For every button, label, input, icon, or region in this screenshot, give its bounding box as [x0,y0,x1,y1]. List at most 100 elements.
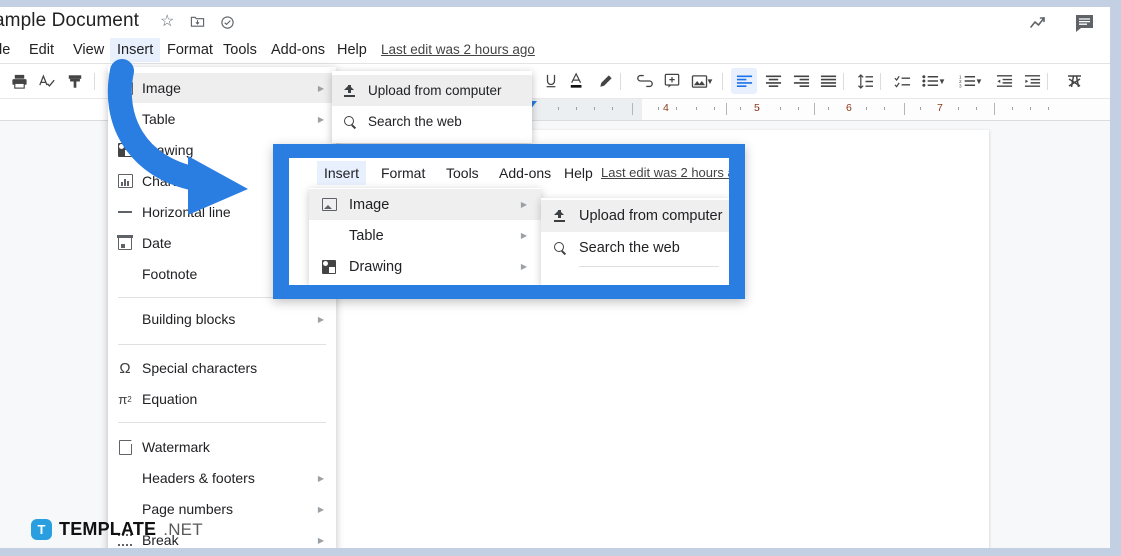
insert-link-icon[interactable] [632,68,658,94]
bulleted-list-caret-icon[interactable]: ▼ [936,68,948,94]
toolbar-divider [1047,73,1048,90]
star-icon[interactable]: ☆ [160,14,174,30]
spelling-check-icon[interactable] [34,68,60,94]
inset-menu-help[interactable]: Help [557,161,600,185]
menu-item-label: Headers & footers [142,470,255,486]
menu-item-headers-footers[interactable]: Headers & footers ▶ [108,463,336,493]
last-edit-link[interactable]: Last edit was 2 hours ago [381,38,535,62]
window-frame: ample Document ☆ le Edit View Insert For… [0,0,1121,556]
date-icon [108,235,142,250]
submenu-item-upload-from-computer[interactable]: Upload from computer [332,75,532,106]
title-bar: ample Document ☆ [0,7,1110,40]
menu-item-table[interactable]: Table ▶ [108,104,336,134]
inset-menu-item-label: Table [349,227,384,244]
move-to-folder-icon[interactable] [190,14,205,32]
submenu-item-label: Upload from computer [368,83,502,98]
inset-menu-add-ons[interactable]: Add-ons [492,161,558,185]
highlight-color-icon[interactable] [592,68,618,94]
inset-menu-insert[interactable]: Insert [317,161,367,185]
zoom-callout-content: Insert Format Tools Add-ons Help Last ed… [289,158,729,285]
activity-trend-icon[interactable] [1030,15,1052,36]
underline-icon[interactable] [538,68,564,94]
numbered-list-caret-icon[interactable]: ▼ [973,68,985,94]
watermark-icon [108,439,142,455]
pi-icon: π2 [118,391,132,407]
menu-item-watermark[interactable]: Watermark [108,432,336,462]
menu-help[interactable]: Help [330,38,374,62]
menu-tools[interactable]: Tools [216,38,264,62]
inset-submenu-divider [579,266,719,267]
line-spacing-icon[interactable] [852,68,878,94]
chart-icon [108,174,142,188]
horizontal-line-icon [108,211,142,213]
watermark-net-text: .NET [163,519,203,539]
inset-menu-item-table[interactable]: Table ▶ [309,220,541,251]
cloud-saved-icon[interactable] [220,15,235,33]
comment-history-icon[interactable] [1074,13,1096,38]
menu-item-label: Building blocks [142,311,236,327]
inset-menu-item-label: Drawing [349,258,403,275]
paint-format-icon[interactable] [62,68,88,94]
inset-backdrop [289,188,309,285]
menu-edit[interactable]: Edit [22,38,61,62]
menu-divider [118,344,326,345]
menu-file[interactable]: le [0,38,17,62]
clear-formatting-icon[interactable] [1062,68,1088,94]
menu-add-ons[interactable]: Add-ons [264,38,332,62]
ruler-number: 7 [937,102,943,114]
document-title[interactable]: ample Document [0,10,139,32]
inset-last-edit-link[interactable]: Last edit was 2 hours ago [601,161,729,185]
inset-submenu-item-label: Upload from computer [579,208,723,224]
menu-item-label: Footnote [142,266,198,282]
toolbar-divider [722,73,723,90]
menu-insert[interactable]: Insert [110,38,161,62]
chevron-right-icon: ▶ [317,314,324,324]
menu-item-building-blocks[interactable]: Building blocks ▶ [108,304,336,334]
ruler-number: 5 [754,102,760,114]
text-color-icon[interactable] [564,68,590,94]
checklist-icon[interactable] [889,68,915,94]
image-submenu[interactable]: Upload from computer Search the web [332,71,532,143]
zoom-callout-panel: Insert Format Tools Add-ons Help Last ed… [273,144,745,299]
inset-submenu-item-upload-from-computer[interactable]: Upload from computer [541,200,729,232]
menu-view[interactable]: View [66,38,111,62]
menu-format[interactable]: Format [160,38,220,62]
align-left-icon[interactable] [731,68,757,94]
google-docs-app: ample Document ☆ le Edit View Insert For… [0,7,1110,548]
insert-dropdown-menu[interactable]: Image ▶ Table ▶ Drawing ▶ Chart ▶ Horizo… [108,67,348,548]
print-icon[interactable] [6,68,32,94]
align-justify-icon[interactable] [815,68,841,94]
inset-menu-format[interactable]: Format [374,161,432,185]
increase-indent-icon[interactable] [1019,68,1045,94]
menu-item-special-characters[interactable]: Ω Special characters [108,353,336,383]
menu-bar: le Edit View Insert Format Tools Add-ons… [0,38,1110,64]
inset-insert-dropdown[interactable]: Image ▶ Table ▶ Drawing ▶ [309,188,541,285]
chevron-right-icon: ▶ [520,200,527,209]
inset-menu-item-image[interactable]: Image ▶ [309,189,541,220]
chevron-right-icon: ▶ [317,83,324,93]
insert-image-caret-icon[interactable]: ▼ [704,68,716,94]
decrease-indent-icon[interactable] [991,68,1017,94]
menu-item-equation[interactable]: π2 Equation [108,384,336,414]
add-comment-icon[interactable] [659,68,685,94]
menu-item-label: Horizontal line [142,204,231,220]
submenu-item-search-the-web[interactable]: Search the web [332,106,532,137]
align-center-icon[interactable] [760,68,786,94]
inset-menu-tools[interactable]: Tools [439,161,486,185]
align-right-icon[interactable] [788,68,814,94]
upload-icon [541,210,579,222]
inset-submenu-item-search-the-web[interactable]: Search the web [541,232,729,264]
template-net-badge-icon: T [31,519,52,540]
image-icon [108,81,142,95]
menu-item-label: Page numbers [142,501,234,517]
inset-menu-item-drawing[interactable]: Drawing ▶ [309,251,541,282]
toolbar-divider [94,73,95,90]
inset-image-submenu[interactable]: Upload from computer Search the web [541,198,729,285]
svg-text:3: 3 [959,83,962,88]
omega-icon: Ω [119,359,131,377]
toolbar-divider [620,73,621,90]
upload-icon [332,84,368,97]
menu-item-image[interactable]: Image ▶ [108,73,336,103]
chevron-right-icon: ▶ [317,473,324,483]
watermark-template-text: TEMPLATE [59,519,157,539]
